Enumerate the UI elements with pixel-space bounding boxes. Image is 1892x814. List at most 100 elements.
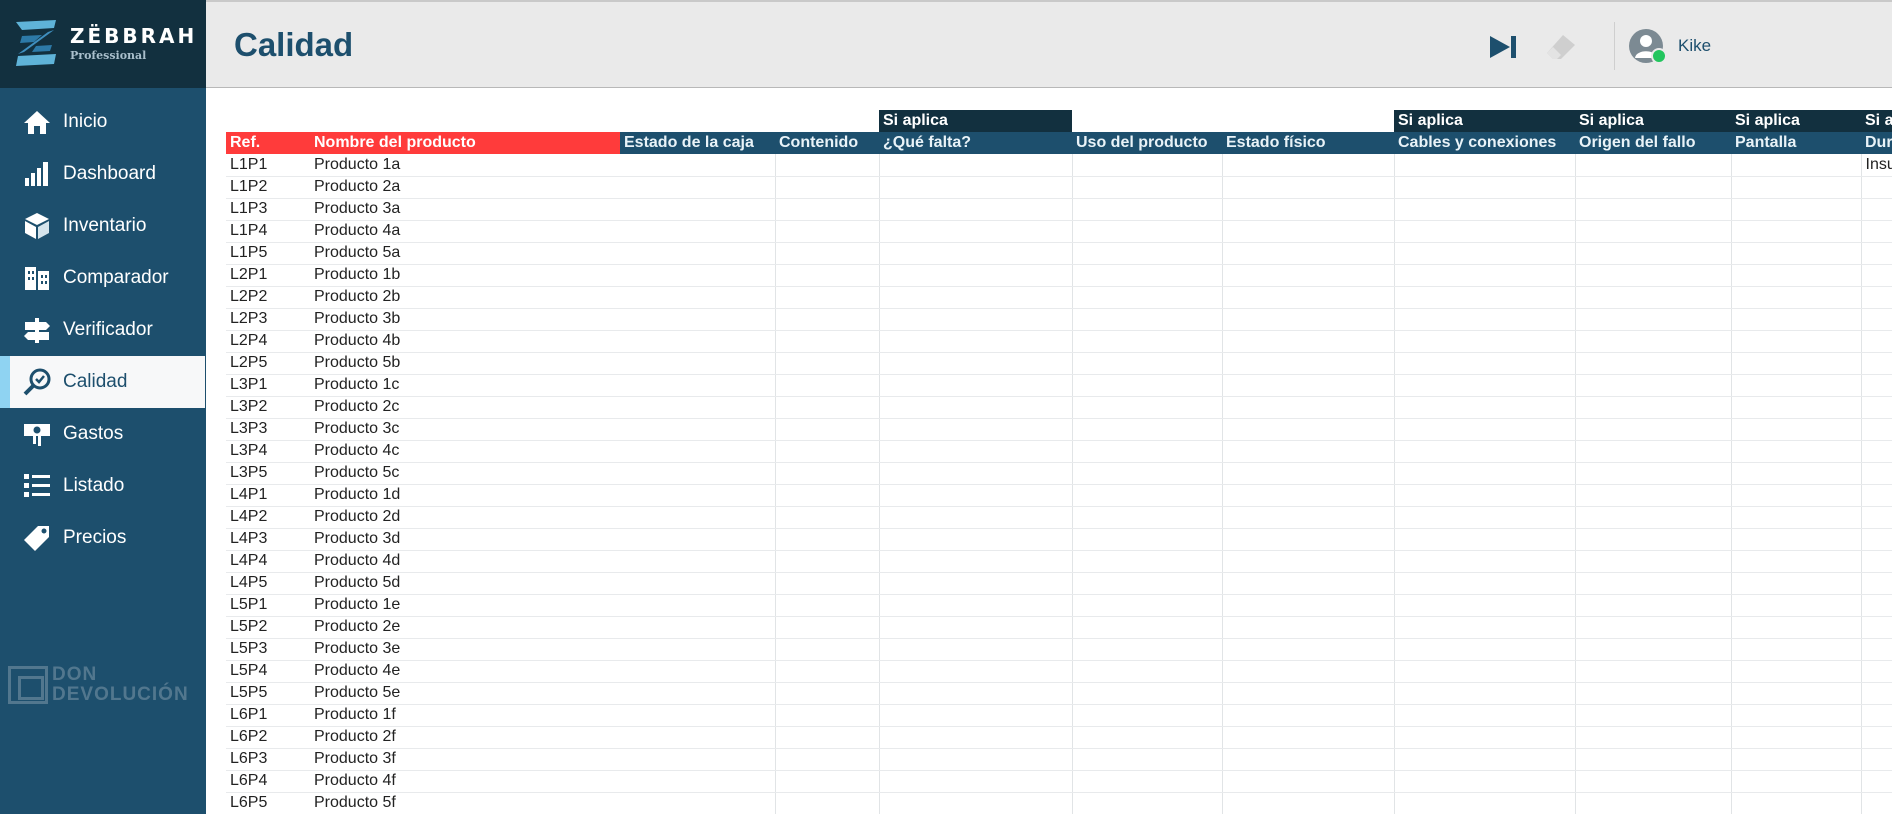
table-row[interactable]: L5P3 Producto 3e <box>226 638 1892 661</box>
sidebar-item-calidad[interactable]: Calidad <box>0 356 205 408</box>
column-header-7[interactable]: Cables y conexiones <box>1394 132 1575 154</box>
grid-cell[interactable]: Insu <box>1861 154 1892 177</box>
grid-cell[interactable] <box>1072 176 1223 199</box>
grid-cell[interactable] <box>1731 616 1862 639</box>
grid-cell[interactable] <box>620 242 776 265</box>
grid-cell[interactable] <box>1731 242 1862 265</box>
table-row[interactable]: L1P2 Producto 2a <box>226 176 1892 199</box>
grid-cell[interactable] <box>879 374 1073 397</box>
grid-cell[interactable] <box>1222 308 1395 331</box>
grid-cell[interactable] <box>620 638 776 661</box>
grid-cell[interactable] <box>620 572 776 595</box>
grid-cell[interactable] <box>879 176 1073 199</box>
grid-cell[interactable] <box>1861 352 1892 375</box>
grid-cell[interactable] <box>1861 374 1892 397</box>
column-header-10[interactable]: Dur <box>1861 132 1892 154</box>
table-row[interactable]: L4P1 Producto 1d <box>226 484 1892 507</box>
grid-cell[interactable] <box>1222 176 1395 199</box>
grid-cell[interactable] <box>620 462 776 485</box>
grid-cell[interactable] <box>1731 704 1862 727</box>
grid-cell[interactable] <box>1575 506 1732 529</box>
grid-cell[interactable] <box>1575 396 1732 419</box>
grid-cell[interactable] <box>1072 638 1223 661</box>
grid-cell[interactable] <box>620 506 776 529</box>
grid-cell[interactable] <box>1394 484 1576 507</box>
grid-cell[interactable] <box>1731 484 1862 507</box>
grid-cell[interactable] <box>1861 682 1892 705</box>
grid-cell[interactable] <box>1222 440 1395 463</box>
skip-next-button[interactable] <box>1486 30 1520 64</box>
grid-cell[interactable] <box>1072 154 1223 177</box>
grid-cell[interactable] <box>775 616 880 639</box>
grid-cell[interactable] <box>1072 682 1223 705</box>
grid-cell[interactable] <box>1072 308 1223 331</box>
grid-cell[interactable] <box>879 550 1073 573</box>
grid-cell[interactable] <box>1731 286 1862 309</box>
grid-cell[interactable] <box>1731 638 1862 661</box>
grid-cell[interactable] <box>1072 418 1223 441</box>
table-row[interactable]: L2P4 Producto 4b <box>226 330 1892 353</box>
table-row[interactable]: L6P5 Producto 5f <box>226 792 1892 814</box>
grid-cell[interactable] <box>775 220 880 243</box>
eraser-button[interactable] <box>1544 30 1578 64</box>
grid-cell[interactable] <box>879 308 1073 331</box>
grid-cell[interactable] <box>879 352 1073 375</box>
table-row[interactable]: L6P4 Producto 4f <box>226 770 1892 793</box>
grid-cell[interactable] <box>1394 264 1576 287</box>
grid-cell[interactable] <box>1731 506 1862 529</box>
grid-cell[interactable] <box>775 352 880 375</box>
grid-cell[interactable] <box>1394 352 1576 375</box>
grid-cell[interactable] <box>879 396 1073 419</box>
table-row[interactable]: L4P4 Producto 4d <box>226 550 1892 573</box>
grid-cell[interactable] <box>1394 616 1576 639</box>
grid-cell[interactable] <box>1575 198 1732 221</box>
grid-cell[interactable] <box>1575 748 1732 771</box>
grid-cell[interactable] <box>1731 594 1862 617</box>
grid-cell[interactable] <box>1394 308 1576 331</box>
user-name[interactable]: Kike <box>1678 36 1711 56</box>
grid-cell[interactable] <box>1222 242 1395 265</box>
grid-cell[interactable] <box>775 638 880 661</box>
grid-cell[interactable] <box>1575 242 1732 265</box>
grid-cell[interactable] <box>1575 792 1732 814</box>
grid-cell[interactable] <box>1222 352 1395 375</box>
sidebar-item-gastos[interactable]: Gastos <box>0 408 206 460</box>
grid-cell[interactable] <box>1222 330 1395 353</box>
grid-cell[interactable] <box>1731 792 1862 814</box>
grid-cell[interactable] <box>1072 440 1223 463</box>
grid-cell[interactable] <box>1222 374 1395 397</box>
grid-cell[interactable] <box>620 726 776 749</box>
grid-cell[interactable] <box>1394 176 1576 199</box>
grid-cell[interactable] <box>1222 396 1395 419</box>
grid-cell[interactable] <box>1731 418 1862 441</box>
grid-cell[interactable] <box>1072 352 1223 375</box>
grid-cell[interactable] <box>620 484 776 507</box>
table-row[interactable]: L2P5 Producto 5b <box>226 352 1892 375</box>
grid-cell[interactable] <box>1394 594 1576 617</box>
grid-cell[interactable] <box>1861 220 1892 243</box>
grid-cell[interactable] <box>1731 748 1862 771</box>
table-row[interactable]: L1P5 Producto 5a <box>226 242 1892 265</box>
grid-cell[interactable] <box>1861 462 1892 485</box>
grid-cell[interactable] <box>1575 330 1732 353</box>
grid-cell[interactable] <box>1731 528 1862 551</box>
grid-cell[interactable] <box>620 528 776 551</box>
grid-cell[interactable] <box>1222 220 1395 243</box>
grid-cell[interactable] <box>620 748 776 771</box>
grid-cell[interactable] <box>1731 660 1862 683</box>
table-row[interactable]: L2P1 Producto 1b <box>226 264 1892 287</box>
grid-cell[interactable] <box>620 440 776 463</box>
grid-cell[interactable] <box>879 418 1073 441</box>
grid-cell[interactable] <box>1072 594 1223 617</box>
grid-cell[interactable] <box>1575 462 1732 485</box>
grid-cell[interactable] <box>775 572 880 595</box>
grid-cell[interactable] <box>1731 462 1862 485</box>
grid-cell[interactable] <box>1731 682 1862 705</box>
grid-cell[interactable] <box>775 154 880 177</box>
grid-cell[interactable] <box>1575 264 1732 287</box>
grid-cell[interactable] <box>1731 352 1862 375</box>
grid-cell[interactable] <box>775 198 880 221</box>
grid-cell[interactable] <box>1861 550 1892 573</box>
grid-cell[interactable] <box>775 726 880 749</box>
grid-cell[interactable] <box>1575 220 1732 243</box>
